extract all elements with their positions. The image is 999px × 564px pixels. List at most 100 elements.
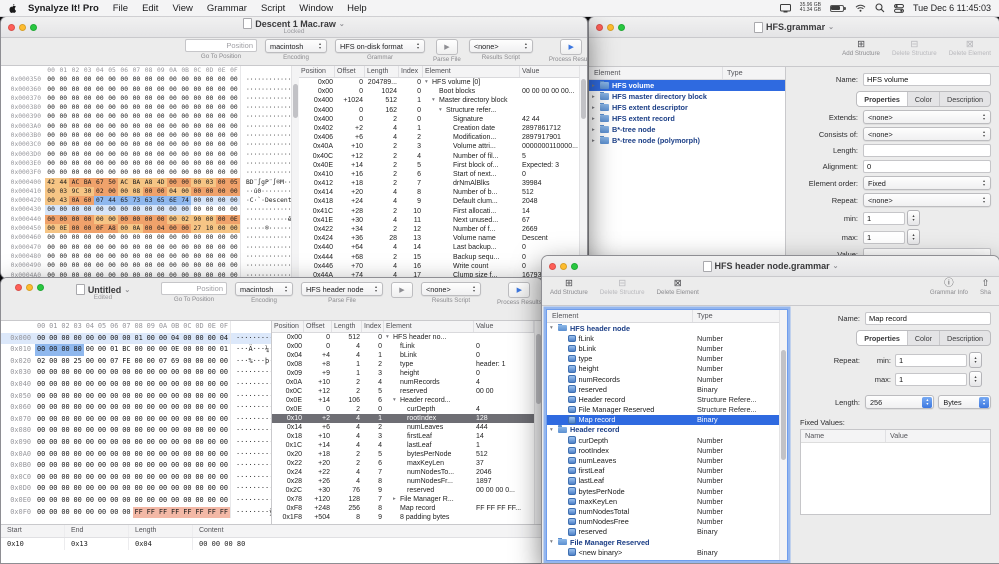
hex-ascii[interactable]: ········ÿÿÿÿÿÿÿÿ — [230, 506, 271, 519]
hex-byte[interactable]: 00 — [94, 243, 106, 252]
chevron-down-icon[interactable]: ⌄ — [124, 286, 130, 294]
hex-byte[interactable]: 01 — [218, 344, 230, 356]
result-row[interactable]: 0x410 +16 2 6 Start of next... 0 — [299, 170, 587, 179]
hex-byte[interactable]: 00 — [216, 94, 228, 103]
hex-byte[interactable]: 00 — [69, 205, 82, 215]
hex-byte[interactable]: 00 — [181, 449, 193, 461]
hex-byte[interactable]: 00 — [191, 243, 203, 252]
hex-byte[interactable]: 00 — [215, 177, 228, 187]
hex-byte[interactable]: 0A — [130, 224, 143, 234]
hex-byte[interactable]: 02 — [35, 356, 47, 368]
hex-byte[interactable]: 00 — [155, 159, 167, 168]
hex-byte[interactable]: 00 — [181, 437, 193, 449]
wifi-icon[interactable] — [855, 4, 866, 12]
hex-byte[interactable]: 00 — [191, 186, 204, 197]
column-header[interactable]: Element — [384, 321, 474, 332]
hex-byte[interactable]: 00 — [106, 122, 118, 131]
grammar-element-row[interactable]: maxKeyLen Number — [547, 496, 787, 506]
hex-byte[interactable]: 00 — [145, 391, 157, 403]
hex-byte[interactable]: 00 — [157, 437, 169, 449]
hex-byte[interactable]: 00 — [157, 425, 169, 437]
hex-row[interactable]: 0x040 00 00 00 00 00 00 00 00 00 00 00 00 00 00 00 00 ···… — [1, 378, 271, 391]
battery-icon[interactable] — [829, 4, 846, 12]
disclosure-triangle-icon[interactable]: ▸ — [592, 127, 599, 133]
hex-byte[interactable]: 00 — [45, 243, 57, 252]
hex-byte[interactable]: 60 — [81, 196, 94, 206]
disclosure-triangle-icon[interactable]: ▾ — [386, 333, 393, 342]
hex-byte[interactable]: 00 — [45, 233, 57, 242]
hex-byte[interactable]: 00 — [143, 85, 155, 94]
hex-byte[interactable]: 00 — [169, 367, 181, 379]
hex-ascii[interactable]: ················ — [240, 233, 298, 243]
hex-row[interactable]: 0x000370 00 00 00 00 00 00 00 00 00 00 00 00 00 00 00 00… — [1, 93, 298, 104]
hex-byte[interactable]: 00 — [72, 425, 84, 437]
hex-byte[interactable]: 00 — [45, 75, 57, 84]
hex-byte[interactable]: 00 — [130, 243, 142, 252]
hex-byte[interactable]: 00 — [193, 356, 205, 368]
grammar-element-row[interactable]: firstLeaf Number — [547, 466, 787, 476]
hex-byte[interactable]: 00 — [57, 75, 69, 84]
hex-byte[interactable]: 00 — [203, 196, 216, 206]
hex-byte[interactable]: 00 — [193, 379, 205, 391]
hex-byte[interactable]: 00 — [96, 414, 108, 426]
hex-byte[interactable]: 00 — [181, 495, 193, 507]
hex-ascii[interactable]: BD¨∫gP¨∫®M······ — [240, 177, 298, 187]
hex-byte[interactable]: 00 — [69, 159, 81, 168]
hex-ascii[interactable]: ················ — [230, 332, 271, 345]
minimize-button[interactable] — [607, 23, 614, 31]
hex-byte[interactable]: 00 — [218, 449, 230, 461]
hex-byte[interactable]: 00 — [82, 233, 94, 242]
hex-byte[interactable]: 00 — [84, 379, 96, 391]
hex-byte[interactable]: 00 — [130, 252, 142, 261]
hex-row[interactable]: 0x0D0 00 00 00 00 00 00 00 00 00 00 00 00 00 00 00 00 ···… — [1, 483, 271, 495]
chevron-down-icon[interactable]: ⌄ — [828, 23, 834, 31]
hex-ascii[interactable]: ················ — [230, 483, 271, 495]
hex-byte[interactable]: 00 — [69, 214, 82, 225]
hex-byte[interactable]: 00 — [82, 168, 94, 177]
result-row[interactable]: 0x406 +6 4 2 Modification... 2897917901 — [299, 133, 587, 142]
hex-byte[interactable]: 00 — [59, 507, 71, 519]
hex-byte[interactable]: 00 — [203, 186, 216, 197]
hex-byte[interactable]: 00 — [72, 437, 84, 449]
column-header[interactable]: Index — [362, 321, 384, 332]
hex-byte[interactable]: 00 — [108, 460, 120, 472]
result-row[interactable]: 0x04 +4 4 1 bLink 0 — [272, 351, 535, 360]
hex-byte[interactable]: 00 — [143, 112, 155, 121]
hex-byte[interactable]: 00 — [84, 507, 96, 519]
hex-byte[interactable]: 00 — [45, 103, 57, 112]
hex-byte[interactable]: 00 — [206, 425, 218, 437]
hex-byte[interactable]: 00 — [106, 233, 118, 242]
hex-byte[interactable]: 00 — [143, 252, 155, 261]
selection-column-header[interactable]: Content — [193, 525, 542, 537]
hex-byte[interactable]: 00 — [191, 85, 203, 94]
hex-byte[interactable]: 00 — [106, 243, 118, 252]
hex-byte[interactable]: A8 — [105, 224, 119, 234]
hex-byte[interactable]: 00 — [118, 186, 131, 197]
hex-byte[interactable]: 00 — [130, 75, 142, 84]
grammar-element-row[interactable]: ▸ B*-tree node — [589, 124, 785, 135]
hex-byte[interactable]: 00 — [193, 449, 205, 461]
hex-byte[interactable]: 00 — [118, 233, 130, 242]
hex-byte[interactable]: 00 — [203, 214, 216, 225]
hex-byte[interactable]: 00 — [155, 150, 167, 159]
hex-byte[interactable]: 00 — [94, 168, 106, 177]
window2-titlebar[interactable]: HFS.grammar ⌄ — [589, 17, 999, 38]
hex-byte[interactable]: 00 — [191, 168, 203, 177]
min-field[interactable]: 1 — [895, 353, 967, 367]
hex-byte[interactable]: 00 — [166, 205, 180, 215]
hex-byte[interactable]: 00 — [191, 122, 203, 131]
menu-script[interactable]: Script — [254, 3, 292, 14]
result-row[interactable]: 0x418 +24 4 9 Default clum... 2048 — [299, 197, 587, 206]
hex-view[interactable]: 00 01 02 03 04 05 06 07 08 09 0A 0B 0C 0D 0E 0F 0x000350… — [1, 66, 299, 278]
hex-byte[interactable]: 00 — [206, 472, 218, 484]
hex-byte[interactable]: 00 — [35, 483, 47, 495]
hex-byte[interactable]: 00 — [130, 85, 142, 94]
hex-byte[interactable]: 00 — [203, 131, 215, 140]
hex-byte[interactable]: 00 — [82, 140, 94, 149]
hex-byte[interactable]: 00 — [94, 85, 106, 94]
hex-byte[interactable]: 00 — [35, 472, 47, 484]
hex-byte[interactable]: 00 — [108, 437, 120, 449]
hex-byte[interactable]: 00 — [45, 214, 58, 225]
grammar-element-row[interactable]: ▸ HFS master directory block — [589, 91, 785, 102]
hex-byte[interactable]: 00 — [228, 85, 240, 94]
